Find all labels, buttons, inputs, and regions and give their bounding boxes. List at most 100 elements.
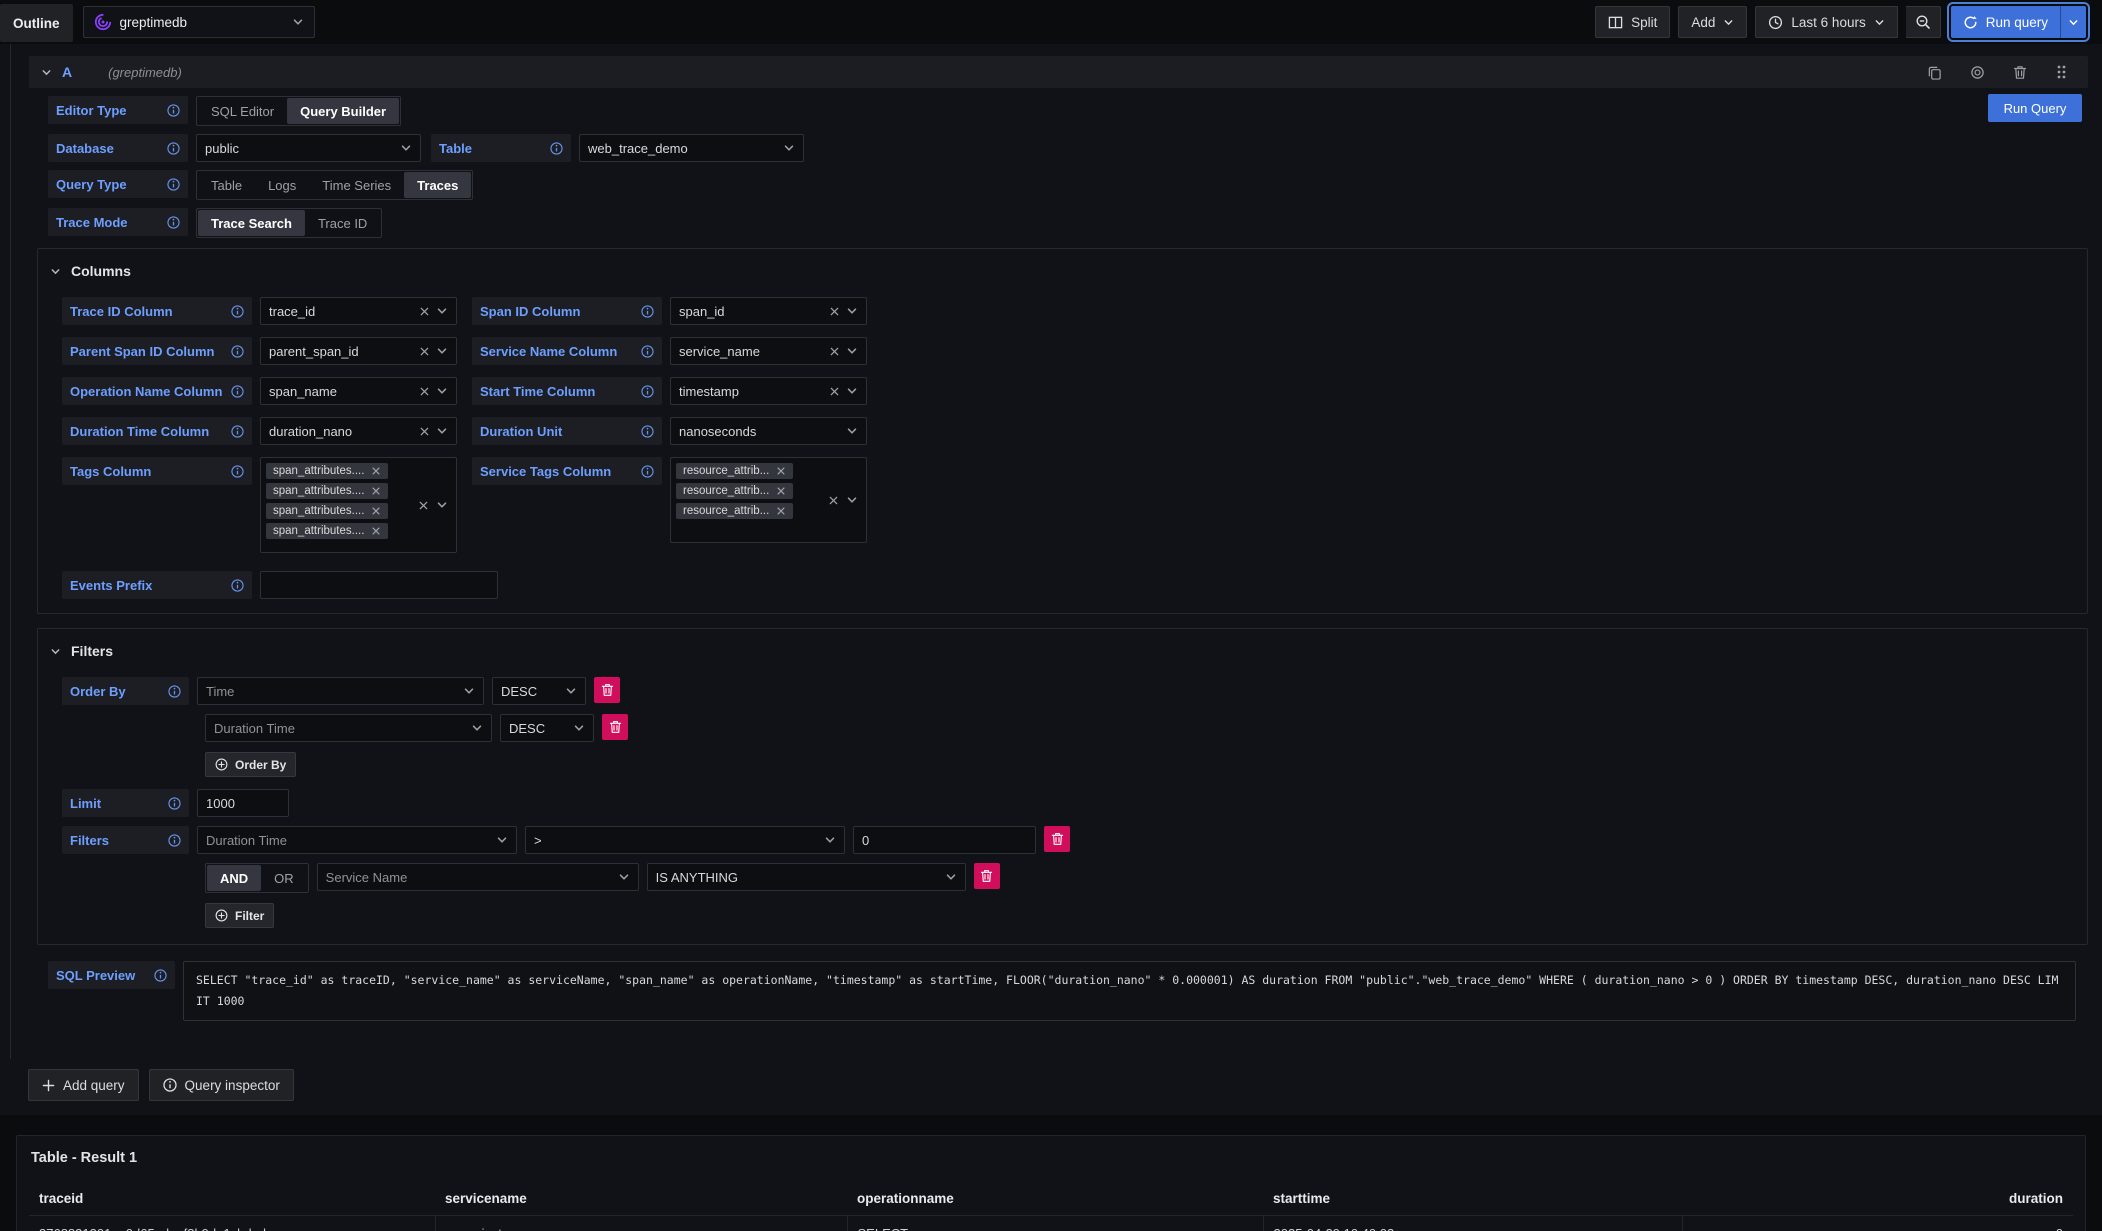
- filter-logic-or[interactable]: OR: [261, 865, 307, 891]
- time-range-picker[interactable]: Last 6 hours: [1755, 6, 1897, 38]
- filter-field-select[interactable]: Duration Time: [197, 826, 517, 854]
- add-dropdown-button[interactable]: Add: [1678, 6, 1747, 38]
- remove-filter-button[interactable]: [974, 863, 1000, 889]
- add-filter-button[interactable]: Filter: [205, 903, 274, 928]
- query-type-logs[interactable]: Logs: [255, 172, 309, 198]
- columns-section-header[interactable]: Columns: [50, 263, 2063, 279]
- filter-value-input[interactable]: [853, 826, 1036, 854]
- limit-input[interactable]: [197, 789, 289, 817]
- chevron-down-icon[interactable]: [436, 345, 448, 357]
- chevron-down-icon[interactable]: [824, 834, 836, 846]
- chevron-down-icon[interactable]: [565, 685, 577, 697]
- filter-logic-and[interactable]: AND: [207, 865, 261, 891]
- chip-remove-icon[interactable]: [371, 486, 381, 496]
- duplicate-query-icon[interactable]: [1918, 65, 1951, 80]
- clear-all-icon[interactable]: [828, 495, 839, 506]
- chevron-down-icon[interactable]: [618, 871, 630, 883]
- clear-icon[interactable]: [419, 306, 430, 317]
- chevron-down-icon[interactable]: [471, 722, 483, 734]
- tags-column-multiselect[interactable]: span_attributes.... span_attributes.... …: [260, 457, 457, 553]
- add-order-by-button[interactable]: Order By: [205, 752, 296, 777]
- chevron-down-icon[interactable]: [846, 345, 858, 357]
- span-id-column-select[interactable]: span_id: [670, 297, 867, 325]
- time-zoom-out-button[interactable]: [1906, 6, 1941, 38]
- clear-all-icon[interactable]: [418, 500, 429, 511]
- remove-order-by-button[interactable]: [594, 677, 620, 703]
- remove-query-icon[interactable]: [2004, 65, 2036, 80]
- query-inspector-button[interactable]: Query inspector: [149, 1069, 294, 1101]
- column-header-operationname[interactable]: operationname: [847, 1182, 1263, 1216]
- chevron-down-icon[interactable]: [436, 425, 448, 437]
- chip-remove-icon[interactable]: [776, 486, 786, 496]
- clear-icon[interactable]: [419, 386, 430, 397]
- chip-remove-icon[interactable]: [371, 526, 381, 536]
- chevron-down-icon[interactable]: [573, 722, 585, 734]
- database-select[interactable]: public: [196, 134, 421, 162]
- filter-operator-select[interactable]: IS ANYTHING: [647, 863, 966, 891]
- chip-remove-icon[interactable]: [776, 506, 786, 516]
- collapse-chevron-icon[interactable]: [41, 67, 52, 78]
- filter-operator-select[interactable]: >: [525, 826, 845, 854]
- order-by-direction-select[interactable]: DESC: [492, 677, 586, 705]
- table-select[interactable]: web_trace_demo: [579, 134, 804, 162]
- editor-type-sql-editor[interactable]: SQL Editor: [198, 98, 287, 124]
- editor-type-query-builder[interactable]: Query Builder: [287, 98, 399, 124]
- operation-name-column-select[interactable]: span_name: [260, 377, 457, 405]
- add-query-button[interactable]: Add query: [28, 1069, 139, 1101]
- chevron-down-icon[interactable]: [846, 385, 858, 397]
- chevron-down-icon[interactable]: [496, 834, 508, 846]
- remove-filter-button[interactable]: [1044, 826, 1070, 852]
- trace-mode-id[interactable]: Trace ID: [305, 210, 380, 236]
- clear-icon[interactable]: [829, 306, 840, 317]
- column-header-duration[interactable]: duration: [1682, 1182, 2073, 1216]
- query-type-traces[interactable]: Traces: [404, 172, 471, 198]
- clear-icon[interactable]: [829, 346, 840, 357]
- run-query-options-caret[interactable]: [2060, 6, 2086, 38]
- remove-order-by-button[interactable]: [602, 714, 628, 740]
- chevron-down-icon[interactable]: [846, 425, 858, 437]
- order-by-direction-select[interactable]: DESC: [500, 714, 594, 742]
- split-button[interactable]: Split: [1595, 6, 1670, 38]
- filter-field-select[interactable]: Service Name: [317, 863, 639, 891]
- chevron-down-icon[interactable]: [783, 142, 795, 154]
- chevron-down-icon[interactable]: [463, 685, 475, 697]
- chevron-down-icon[interactable]: [436, 499, 448, 511]
- service-tags-column-multiselect[interactable]: resource_attrib... resource_attrib... re…: [670, 457, 867, 543]
- order-by-field-select[interactable]: Time: [197, 677, 484, 705]
- parent-span-id-column-select[interactable]: parent_span_id: [260, 337, 457, 365]
- filters-section-header[interactable]: Filters: [50, 643, 2063, 659]
- chevron-down-icon[interactable]: [400, 142, 412, 154]
- trace-id-column-select[interactable]: trace_id: [260, 297, 457, 325]
- query-row-header[interactable]: A (greptimedb): [29, 56, 2088, 88]
- order-by-field-select[interactable]: Duration Time: [205, 714, 492, 742]
- disable-query-icon[interactable]: [1961, 65, 1994, 80]
- column-header-traceid[interactable]: traceid: [29, 1182, 435, 1216]
- chevron-down-icon[interactable]: [436, 305, 448, 317]
- column-header-starttime[interactable]: starttime: [1263, 1182, 1682, 1216]
- chip-remove-icon[interactable]: [776, 466, 786, 476]
- events-prefix-input[interactable]: [260, 571, 498, 599]
- chevron-down-icon[interactable]: [436, 385, 448, 397]
- chevron-down-icon[interactable]: [846, 494, 858, 506]
- column-header-servicename[interactable]: servicename: [435, 1182, 847, 1216]
- query-type-table[interactable]: Table: [198, 172, 255, 198]
- datasource-picker[interactable]: greptimedb: [83, 6, 315, 38]
- panel-run-query-button[interactable]: Run Query: [1988, 94, 2082, 122]
- chevron-down-icon[interactable]: [945, 871, 957, 883]
- clear-icon[interactable]: [419, 426, 430, 437]
- chip-remove-icon[interactable]: [371, 466, 381, 476]
- clear-icon[interactable]: [829, 386, 840, 397]
- service-name-column-select[interactable]: service_name: [670, 337, 867, 365]
- chevron-down-icon[interactable]: [846, 305, 858, 317]
- query-type-time-series[interactable]: Time Series: [309, 172, 404, 198]
- clear-icon[interactable]: [419, 346, 430, 357]
- run-query-button[interactable]: Run query: [1951, 6, 2060, 38]
- trace-mode-search[interactable]: Trace Search: [198, 210, 305, 236]
- drag-handle-icon[interactable]: [2046, 64, 2076, 80]
- chip-remove-icon[interactable]: [371, 506, 381, 516]
- duration-unit-select[interactable]: nanoseconds: [670, 417, 867, 445]
- start-time-column-select[interactable]: timestamp: [670, 377, 867, 405]
- traceid-link[interactable]: 3768831301ea0d65adaef8b9da1cbded: [29, 1216, 435, 1231]
- duration-time-column-select[interactable]: duration_nano: [260, 417, 457, 445]
- outline-toggle-button[interactable]: Outline: [0, 4, 73, 42]
